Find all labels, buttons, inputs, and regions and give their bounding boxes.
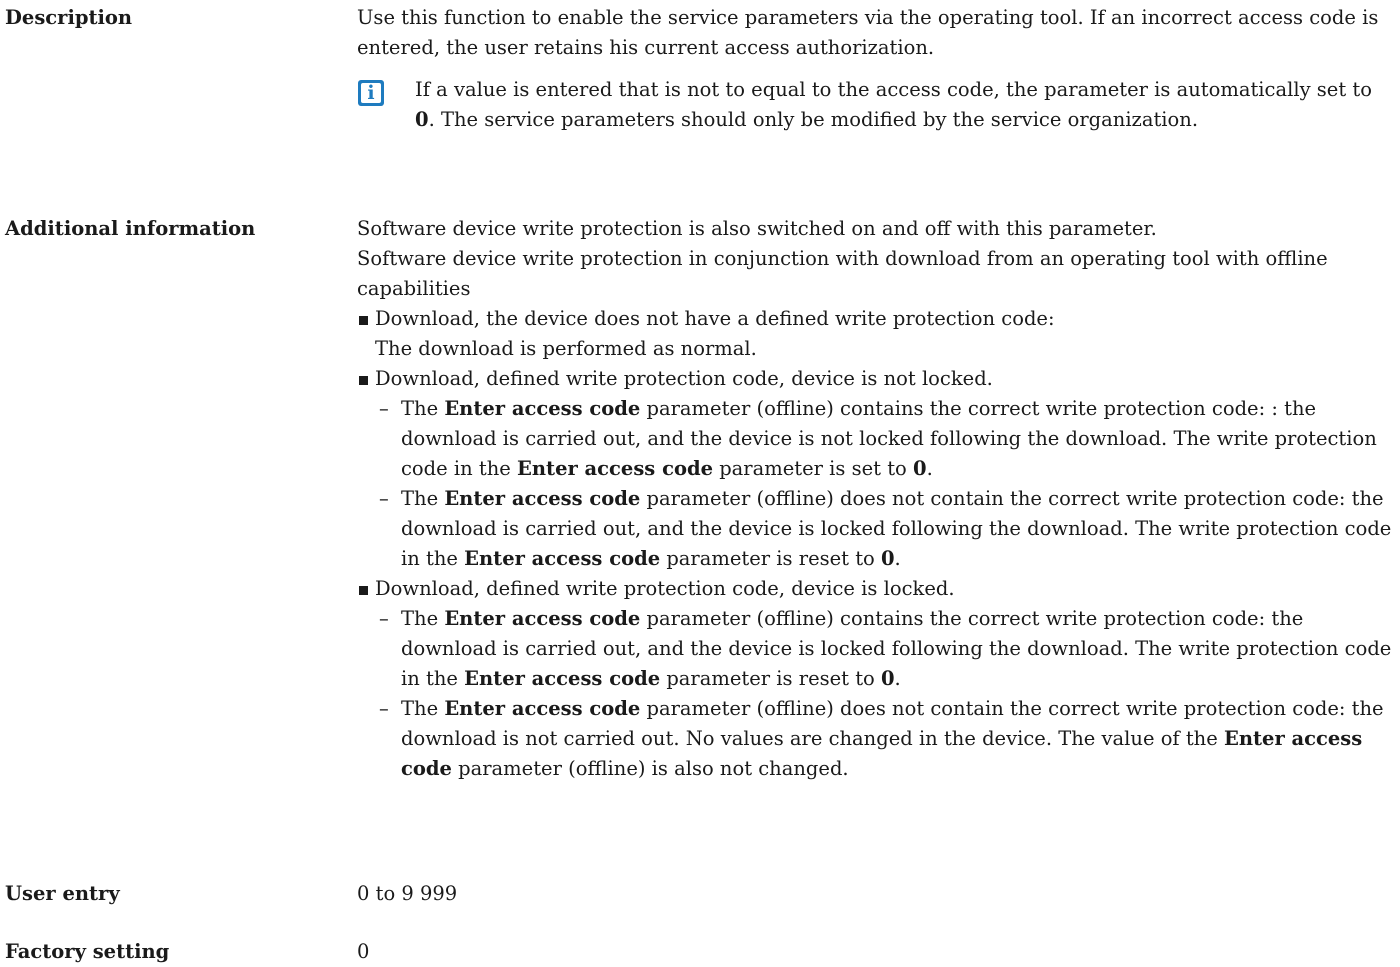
- description-label: Description: [5, 6, 133, 29]
- sub-list: The Enter access code parameter (offline…: [375, 394, 1397, 574]
- additional-info-content: Software device write protection is also…: [357, 214, 1397, 784]
- factory-setting-value: 0: [357, 940, 370, 963]
- user-entry-value: 0 to 9 999: [357, 882, 458, 905]
- info-icon: i: [358, 80, 384, 106]
- list-item: Download, defined write protection code,…: [357, 574, 1397, 784]
- info-note-text: If a value is entered that is not to equ…: [415, 78, 1372, 131]
- additional-info-p2: Software device write protection in conj…: [357, 247, 1328, 300]
- additional-info-label: Additional information: [5, 217, 256, 240]
- description-content: Use this function to enable the service …: [357, 3, 1397, 135]
- factory-setting-label: Factory setting: [5, 940, 170, 963]
- sub-list-item: The Enter access code parameter (offline…: [375, 694, 1397, 784]
- description-text: Use this function to enable the service …: [357, 6, 1379, 59]
- document-page: Description Use this function to enable …: [0, 0, 1400, 967]
- list-item: Download, defined write protection code,…: [357, 364, 1397, 574]
- sub-list-item: The Enter access code parameter (offline…: [375, 604, 1397, 694]
- info-note: i If a value is entered that is not to e…: [357, 75, 1397, 135]
- sub-list-item: The Enter access code parameter (offline…: [375, 394, 1397, 484]
- sub-list-item: The Enter access code parameter (offline…: [375, 484, 1397, 574]
- download-cases-list: Download, the device does not have a def…: [357, 304, 1397, 784]
- list-item: Download, the device does not have a def…: [357, 304, 1397, 364]
- additional-info-p1: Software device write protection is also…: [357, 217, 1157, 240]
- user-entry-label: User entry: [5, 882, 120, 905]
- sub-list: The Enter access code parameter (offline…: [375, 604, 1397, 784]
